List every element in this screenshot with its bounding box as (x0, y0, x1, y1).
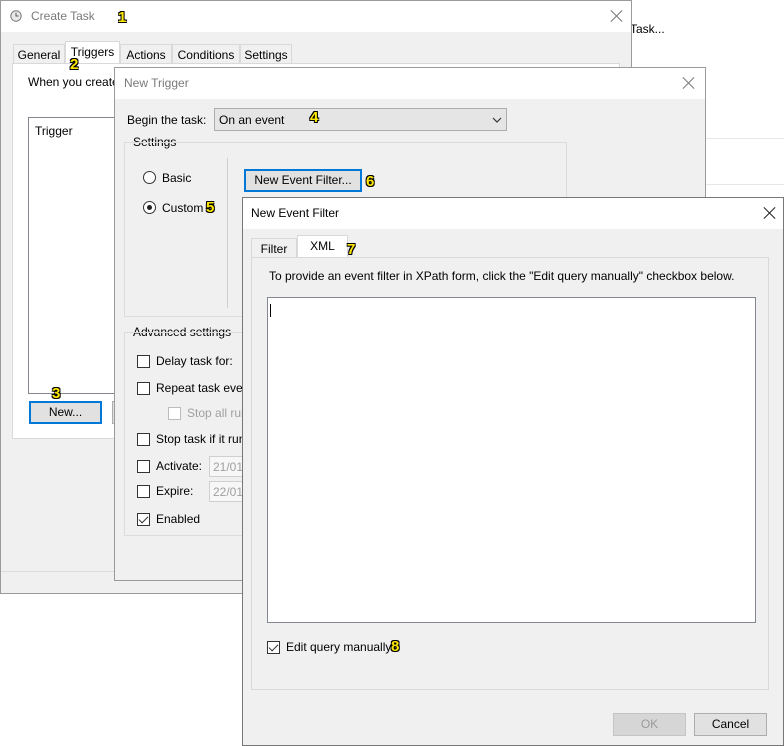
new-event-filter-button[interactable]: New Event Filter... (244, 169, 362, 192)
expire-checkbox[interactable] (137, 485, 150, 498)
custom-radio[interactable] (143, 201, 156, 214)
xml-tab-page: To provide an event filter in XPath form… (251, 257, 769, 690)
enabled-checkbox[interactable] (137, 513, 150, 526)
delay-task-label: Delay task for: (156, 354, 233, 368)
custom-radio-label: Custom (162, 201, 204, 215)
expire-label: Expire: (156, 484, 194, 498)
create-task-titlebar: Create Task (1, 1, 631, 32)
enabled-label: Enabled (156, 512, 201, 526)
edit-query-manually-label: Edit query manually (286, 640, 392, 654)
xml-query-textarea[interactable] (267, 297, 756, 623)
create-task-footer-line (1, 571, 121, 572)
begin-task-value: On an event (219, 113, 285, 127)
triggers-list[interactable]: Trigger (28, 117, 128, 394)
close-icon[interactable] (763, 206, 777, 220)
basic-radio-label: Basic (162, 171, 192, 185)
new-event-filter-window: New Event Filter Filter XML To provide a… (242, 197, 784, 746)
new-trigger-button[interactable]: New... (29, 401, 102, 424)
new-trigger-title: New Trigger (124, 76, 189, 90)
annotation-badge: 7 (347, 241, 356, 258)
basic-radio[interactable] (143, 171, 156, 184)
edit-query-manually-checkbox[interactable] (267, 641, 280, 654)
trigger-column-header[interactable]: Trigger (35, 124, 73, 138)
text-cursor (270, 304, 271, 317)
stop-task-if-runs-label: Stop task if it run (156, 432, 246, 446)
activate-date-field[interactable]: 21/01/ (209, 456, 246, 477)
activate-checkbox[interactable] (137, 460, 150, 473)
stop-task-if-runs-checkbox[interactable] (137, 433, 150, 446)
repeat-task-label: Repeat task every (156, 381, 253, 395)
expire-date-field[interactable]: 22/01/ (209, 481, 246, 502)
tab-settings[interactable]: Settings (240, 44, 292, 64)
begin-task-dropdown[interactable]: On an event (214, 108, 507, 131)
cancel-button[interactable]: Cancel (694, 713, 767, 736)
settings-separator (227, 158, 228, 308)
triggers-intro-text: When you create (28, 75, 119, 89)
tab-conditions[interactable]: Conditions (172, 44, 240, 64)
annotation-badge: 1 (118, 9, 127, 26)
repeat-task-checkbox[interactable] (137, 382, 150, 395)
tab-xml[interactable]: XML (297, 235, 348, 258)
annotation-badge: 4 (310, 109, 319, 126)
tab-general[interactable]: General (13, 44, 65, 64)
close-icon[interactable] (682, 76, 696, 90)
background-task-label: Task... (630, 22, 665, 36)
chevron-down-icon (492, 114, 502, 128)
activate-label: Activate: (156, 459, 203, 473)
annotation-badge: 5 (206, 199, 215, 216)
clock-icon (10, 10, 22, 22)
background-divider (700, 138, 784, 139)
annotation-badge: 2 (70, 56, 79, 73)
begin-task-label: Begin the task: (127, 113, 207, 127)
new-trigger-titlebar: New Trigger (115, 68, 705, 99)
close-icon[interactable] (610, 9, 624, 23)
xpath-instructions: To provide an event filter in XPath form… (269, 269, 735, 283)
create-task-title: Create Task (31, 9, 95, 23)
tab-filter[interactable]: Filter (251, 238, 297, 258)
annotation-badge: 6 (366, 173, 375, 190)
annotation-badge: 3 (52, 385, 61, 402)
stop-all-running-checkbox[interactable] (168, 407, 181, 420)
delay-task-checkbox[interactable] (137, 355, 150, 368)
tab-actions[interactable]: Actions (120, 44, 172, 64)
new-event-filter-titlebar: New Event Filter (243, 198, 783, 229)
background-divider (700, 184, 784, 185)
new-event-filter-title: New Event Filter (251, 206, 340, 220)
stop-all-running-label: Stop all rur (187, 406, 246, 420)
ok-button[interactable]: OK (613, 713, 686, 736)
annotation-badge: 8 (391, 638, 400, 655)
